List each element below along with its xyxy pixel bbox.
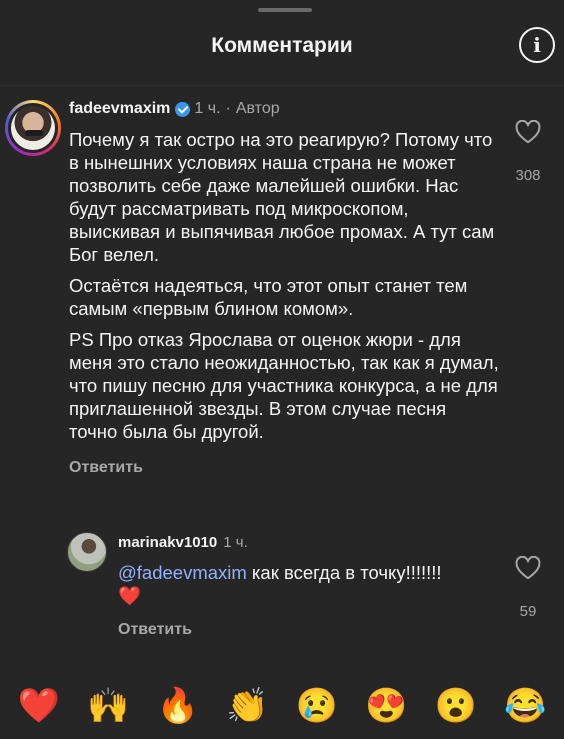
heart-outline-icon[interactable] xyxy=(515,555,541,580)
comment-meta: fadeevmaxim 1 ч. · Автор xyxy=(69,100,499,118)
author-tag: Автор xyxy=(235,100,280,117)
comment-body: как всегда в точку!!!!!!! xyxy=(246,562,442,583)
emoji-raised-hands[interactable]: 🙌 xyxy=(86,686,130,726)
comment-text: @fadeevmaxim как всегда в точку!!!!!!! ❤… xyxy=(118,561,498,607)
comment-time: 1 ч. xyxy=(194,100,221,117)
reply-comment: marinakv1010 1 ч. @fadeevmaxim как всегд… xyxy=(118,534,498,639)
reply-button[interactable]: Ответить xyxy=(69,459,499,477)
reply-button[interactable]: Ответить xyxy=(118,621,498,639)
like-column: 308 xyxy=(506,119,550,184)
comment-paragraph: Остаётся надеяться, что этот опыт станет… xyxy=(69,275,468,319)
avatar-marinakv1010[interactable] xyxy=(67,532,107,572)
emoji-clap[interactable]: 👏 xyxy=(225,686,269,726)
comment-time: 1 ч. xyxy=(223,534,248,551)
like-column: 59 xyxy=(506,555,550,620)
mention-link[interactable]: @fadeevmaxim xyxy=(118,562,247,583)
page-title: Комментарии xyxy=(211,34,353,57)
comment-paragraph: PS Про отказ Ярослава от оценок жюри - д… xyxy=(69,329,499,442)
divider xyxy=(0,85,564,86)
avatar-photo xyxy=(11,106,55,150)
comment-username[interactable]: fadeevmaxim xyxy=(69,100,170,118)
heart-emoji: ❤️ xyxy=(118,585,142,606)
like-count: 59 xyxy=(519,603,537,620)
comment-text: Почему я так остро на это реагирую? Пото… xyxy=(69,128,499,443)
meta-separator: · xyxy=(225,100,231,117)
comment-username[interactable]: marinakv1010 xyxy=(118,534,217,551)
emoji-laughing[interactable]: 😂 xyxy=(503,686,547,726)
emoji-surprised[interactable]: 😮 xyxy=(434,686,478,726)
header: Комментарии i xyxy=(0,0,564,90)
comment: fadeevmaxim 1 ч. · Автор Почему я так ос… xyxy=(69,100,499,477)
avatar-fadeevmaxim[interactable] xyxy=(5,100,61,156)
emoji-crying[interactable]: 😢 xyxy=(295,686,339,726)
heart-outline-icon[interactable] xyxy=(515,119,541,144)
verified-badge-icon xyxy=(175,101,191,117)
info-icon[interactable]: i xyxy=(519,27,555,63)
like-count: 308 xyxy=(515,167,541,184)
emoji-heart[interactable]: ❤️ xyxy=(17,686,61,726)
emoji-fire[interactable]: 🔥 xyxy=(156,686,200,726)
emoji-heart-eyes[interactable]: 😍 xyxy=(364,686,408,726)
comment-meta: marinakv1010 1 ч. xyxy=(118,534,498,551)
emoji-reaction-bar: ❤️ 🙌 🔥 👏 😢 😍 😮 😂 xyxy=(0,686,564,726)
comment-paragraph: Почему я так остро на это реагирую? Пото… xyxy=(69,129,495,265)
